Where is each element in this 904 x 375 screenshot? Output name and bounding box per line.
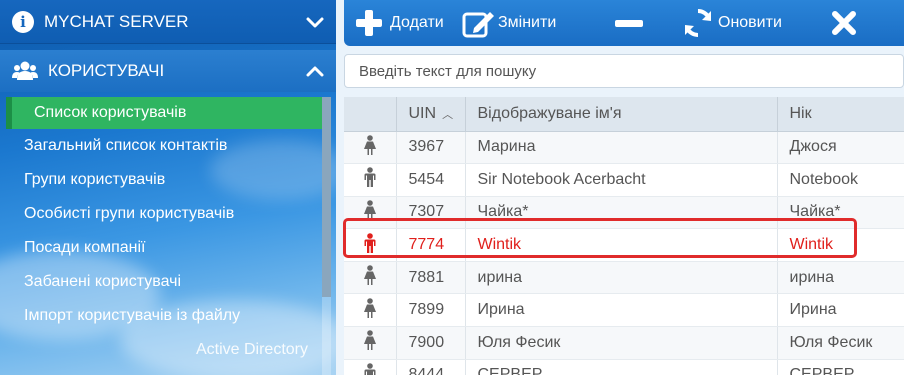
chevron-up-icon[interactable] [304,61,326,83]
display-name-cell: Юля Фесик [465,326,778,360]
table-row[interactable]: 7900 Юля Фесик Юля Фесик [344,326,904,360]
users-icon [12,61,38,80]
sidebar-item-user-groups[interactable]: Групи користувачів [0,163,322,197]
minus-icon [615,20,643,27]
display-name-cell: Wintik [465,228,778,262]
display-name-cell: СЕРВЕР [465,359,778,375]
scrollbar-thumb[interactable] [322,97,331,297]
search-input[interactable] [345,55,903,87]
edit-icon [462,12,494,38]
display-name-cell: Sir Notebook Acerbacht [465,163,778,197]
female-user-icon [344,131,397,165]
nick-cell: Notebook [777,163,904,197]
sidebar-item-label: Список користувачів [34,104,187,121]
column-header-display-name[interactable]: Відображуване ім'я [465,97,778,132]
male-user-icon [344,228,397,262]
nick-cell: СЕРВЕР [777,359,904,375]
refresh-button[interactable]: Оновити [682,0,782,46]
search-box [344,54,904,88]
toolbar: Додати Змінити Оновити [344,0,904,46]
close-button[interactable] [830,0,858,46]
sidebar-item-personal-groups[interactable]: Особисті групи користувачів [0,197,322,231]
table-row[interactable]: 3967 Марина Джося [344,131,904,165]
table-body: 3967 Марина Джося 5454 Sir Notebook Acerbach… [344,131,904,375]
sort-ascending-icon: ︿ [442,108,454,121]
table-row[interactable]: 7899 Ирина Ирина [344,293,904,328]
section-title: КОРИСТУВАЧІ [48,61,165,80]
female-user-icon [344,196,397,230]
nick-cell: ирина [777,261,904,295]
column-header-gender[interactable] [344,97,397,132]
server-header[interactable]: i MYCHAT SERVER [0,0,336,44]
sidebar-item-label: Групи користувачів [24,171,166,188]
sidebar-item-label: Особисті групи користувачів [24,205,235,222]
chevron-down-icon[interactable] [304,11,326,33]
table-row[interactable]: 7307 Чайка* Чайка* [344,196,904,230]
sidebar-item-active-directory[interactable]: Active Directory [0,333,322,367]
column-header-label: UIN [408,104,437,122]
table-row[interactable]: 7881 ирина ирина [344,261,904,295]
server-title: MYCHAT SERVER [44,11,189,31]
sidebar-item-user-list[interactable]: Список користувачів [6,97,322,129]
nick-cell: Wintik [777,228,904,262]
users-section-header[interactable]: КОРИСТУВАЧІ [0,50,336,92]
add-button[interactable]: Додати [354,0,444,46]
sidebar-scrollbar[interactable] [322,97,331,375]
sidebar-menu: Список користувачів Загальний список кон… [0,97,322,367]
nick-cell: Ирина [777,293,904,328]
sidebar-item-banned-users[interactable]: Забанені користувачі [0,265,322,299]
sidebar-item-label: Імпорт користувачів із файлу [24,307,241,324]
column-header-label: Нік [789,104,812,122]
table-row[interactable]: 5454 Sir Notebook Acerbacht Notebook [344,163,904,197]
female-user-icon [344,326,397,360]
nick-cell: Чайка* [777,196,904,230]
refresh-icon [685,8,711,38]
uin-cell: 7899 [396,293,466,328]
info-icon: i [12,10,34,33]
female-user-icon [344,293,397,328]
column-header-label: Відображуване ім'я [477,104,622,122]
delete-button[interactable] [614,0,644,46]
close-icon [832,11,856,35]
nick-cell: Юля Фесик [777,326,904,360]
sidebar-item-label: Active Directory [195,341,308,358]
sidebar-item-common-contacts[interactable]: Загальний список контактів [0,129,322,163]
male-user-icon [344,359,397,375]
refresh-label: Оновити [718,14,782,31]
display-name-cell: ирина [465,261,778,295]
users-table: UIN ︿ Відображуване ім'я Нік 3967 Марина Дж… [344,97,904,375]
display-name-cell: Ирина [465,293,778,328]
female-user-icon [344,261,397,295]
nick-cell: Джося [777,131,904,165]
uin-cell: 7307 [396,196,466,230]
sidebar-item-label: Забанені користувачі [24,273,182,290]
main-panel: Додати Змінити Оновити Введіть текст для… [336,0,904,375]
sidebar-item-label: Загальний список контактів [24,137,228,154]
display-name-cell: Чайка* [465,196,778,230]
table-header-row: UIN ︿ Відображуване ім'я Нік [344,97,904,132]
plus-icon [356,10,382,36]
edit-label: Змінити [498,14,557,31]
sidebar-item-import-users[interactable]: Імпорт користувачів із файлу [0,299,322,333]
uin-cell: 7881 [396,261,466,295]
uin-cell: 3967 [396,131,466,165]
column-header-uin[interactable]: UIN ︿ [396,97,466,132]
table-row[interactable]: 8444 СЕРВЕР СЕРВЕР [344,359,904,375]
uin-cell: 5454 [396,163,466,197]
add-label: Додати [390,14,444,31]
sidebar-item-positions[interactable]: Посади компанії [0,231,322,265]
uin-cell: 8444 [396,359,466,375]
sidebar-item-label: Посади компанії [24,239,146,256]
edit-button[interactable]: Змінити [462,0,556,46]
uin-cell: 7774 [396,228,466,262]
display-name-cell: Марина [465,131,778,165]
table-row[interactable]: 7774 Wintik Wintik [344,228,904,262]
male-user-icon [344,163,397,197]
uin-cell: 7900 [396,326,466,360]
column-header-nick[interactable]: Нік [777,97,904,132]
sidebar: i MYCHAT SERVER КОРИСТУВАЧІ Список корис… [0,0,336,375]
